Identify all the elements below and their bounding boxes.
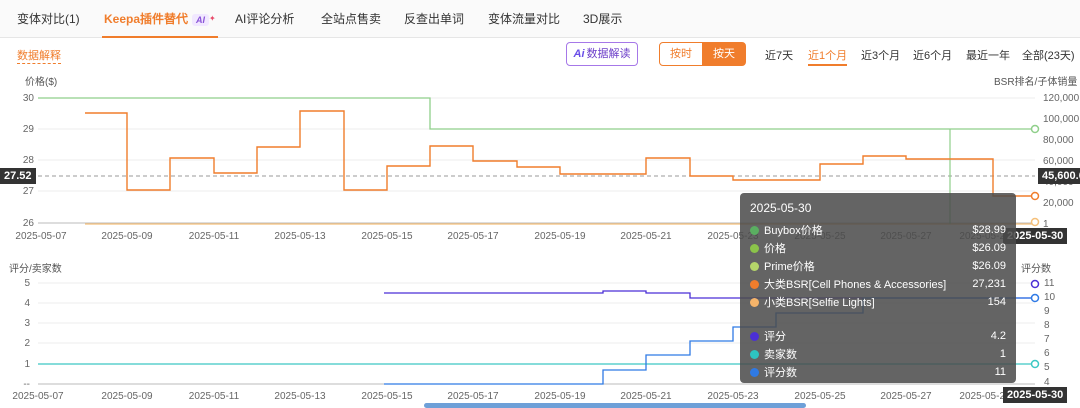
tooltip-row: 卖家数 1 [750,345,1006,363]
bottom-x-labels: 2025-05-07 2025-05-09 2025-05-11 2025-05… [12,391,1011,402]
x-tick: 2025-05-07 [15,231,67,242]
chart-tooltip: 2025-05-30 Buybox价格 $28.99 价格 $26.09 Prime… [740,193,1016,383]
tooltip-label: 价格 [764,243,786,255]
tooltip-row: Buybox价格 $28.99 [750,221,1006,239]
tooltip-value: 154 [987,296,1006,308]
x-tick: 2025-05-15 [361,231,413,242]
reviews-tick: 5 [1044,362,1050,373]
x-tick: 2025-05-27 [880,391,932,402]
reviews-tick: 6 [1044,348,1050,359]
tooltip-label: 评分数 [764,367,797,379]
price-tick: 28 [23,155,35,166]
top-grid [38,97,1035,192]
tooltip-value: $26.09 [972,260,1006,272]
legend-dot [750,225,759,235]
chart-scrollbar[interactable] [424,403,806,408]
legend-dot [750,279,759,289]
rating-tick: 5 [24,278,30,289]
legend-dot [750,349,759,359]
reviews-tick: 7 [1044,334,1050,345]
reviews-point [1030,293,1040,303]
x-tick: 2025-05-17 [447,231,499,242]
x-tick: 2025-05-11 [189,231,240,242]
x-tick: 2025-05-19 [534,391,586,402]
x-tick: 2025-05-19 [534,231,586,242]
tooltip-row: Prime价格 $26.09 [750,257,1006,275]
tooltip-value: $26.09 [972,242,1006,254]
tooltip-date: 2025-05-30 [750,201,812,215]
rating-tick: -- [23,379,30,390]
legend-dot [750,297,759,307]
x-tick: 2025-05-25 [794,391,846,402]
tooltip-label: 大类BSR[Cell Phones & Accessories] [764,279,947,291]
crosshair-date-badge-bottom: 2025-05-30 [1003,387,1068,403]
x-tick: 2025-05-11 [189,391,240,402]
reviews-tick: 11 [1044,278,1055,289]
bsr-tick: 80,000 [1043,135,1074,146]
tooltip-value: $28.99 [972,224,1006,236]
x-tick: 2025-05-09 [101,231,153,242]
tooltip-row: 大类BSR[Cell Phones & Accessories] 27,231 [750,275,1006,293]
crosshair-price-badge: 27.52 [0,168,36,184]
tooltip-row: 价格 $26.09 [750,239,1006,257]
bsr-tick: 60,000 [1043,156,1074,167]
x-tick: 2025-05-23 [707,391,759,402]
x-tick: 2025-05-07 [12,391,64,402]
tooltip-label: 卖家数 [764,349,797,361]
tooltip-label: Buybox价格 [764,225,823,237]
x-tick: 2025-05-21 [620,391,672,402]
x-tick: 2025-05-13 [274,231,326,242]
legend-dot [750,243,759,253]
x-tick: 2025-05-13 [274,391,326,402]
legend-dot [750,331,759,341]
bsr-tick: 100,000 [1043,114,1080,125]
x-tick: 2025-05-21 [620,231,672,242]
reviews-tick: 10 [1044,292,1056,303]
price-tick: 26 [23,218,35,229]
rating-tick: 3 [24,318,30,329]
tooltip-label: Prime价格 [764,261,815,273]
legend-dot [750,367,759,377]
bsr-tick: 120,000 [1043,93,1080,104]
crosshair-bsr-badge: 45,600.6 [1038,168,1080,184]
tooltip-value: 11 [994,366,1006,378]
legend-dot [750,261,759,271]
reviews-tick: 9 [1044,306,1050,317]
tooltip-row: 小类BSR[Selfie Lights] 154 [750,293,1006,311]
reviews-tick: 8 [1044,320,1050,331]
price-tick: 27 [23,186,35,197]
x-tick: 2025-05-09 [101,391,153,402]
bsr-line [85,110,1035,197]
tooltip-label: 小类BSR[Selfie Lights] [764,297,875,309]
x-tick: 2025-05-15 [361,391,413,402]
tooltip-label: 评分 [764,331,786,343]
bsr-tick: 20,000 [1043,198,1074,209]
tooltip-row: 评分数 11 [750,363,1006,381]
bsr-point [1030,191,1040,201]
rating-tick: 4 [24,298,30,309]
buybox-price-line [38,97,1035,130]
price-tick: 29 [23,124,35,135]
sellers-point [1030,359,1040,369]
tooltip-value: 27,231 [972,278,1006,290]
x-tick: 2025-05-17 [447,391,499,402]
price-tick: 30 [23,93,35,104]
rating-tick: 2 [24,338,30,349]
tooltip-row: 评分 4.2 [750,327,1006,345]
buybox-point [1030,124,1040,134]
tooltip-value: 4.2 [990,330,1006,342]
rating-tick: 1 [24,359,30,370]
rating-point [1030,279,1040,289]
small-bsr-point [1030,217,1040,227]
tooltip-value: 1 [999,348,1006,360]
